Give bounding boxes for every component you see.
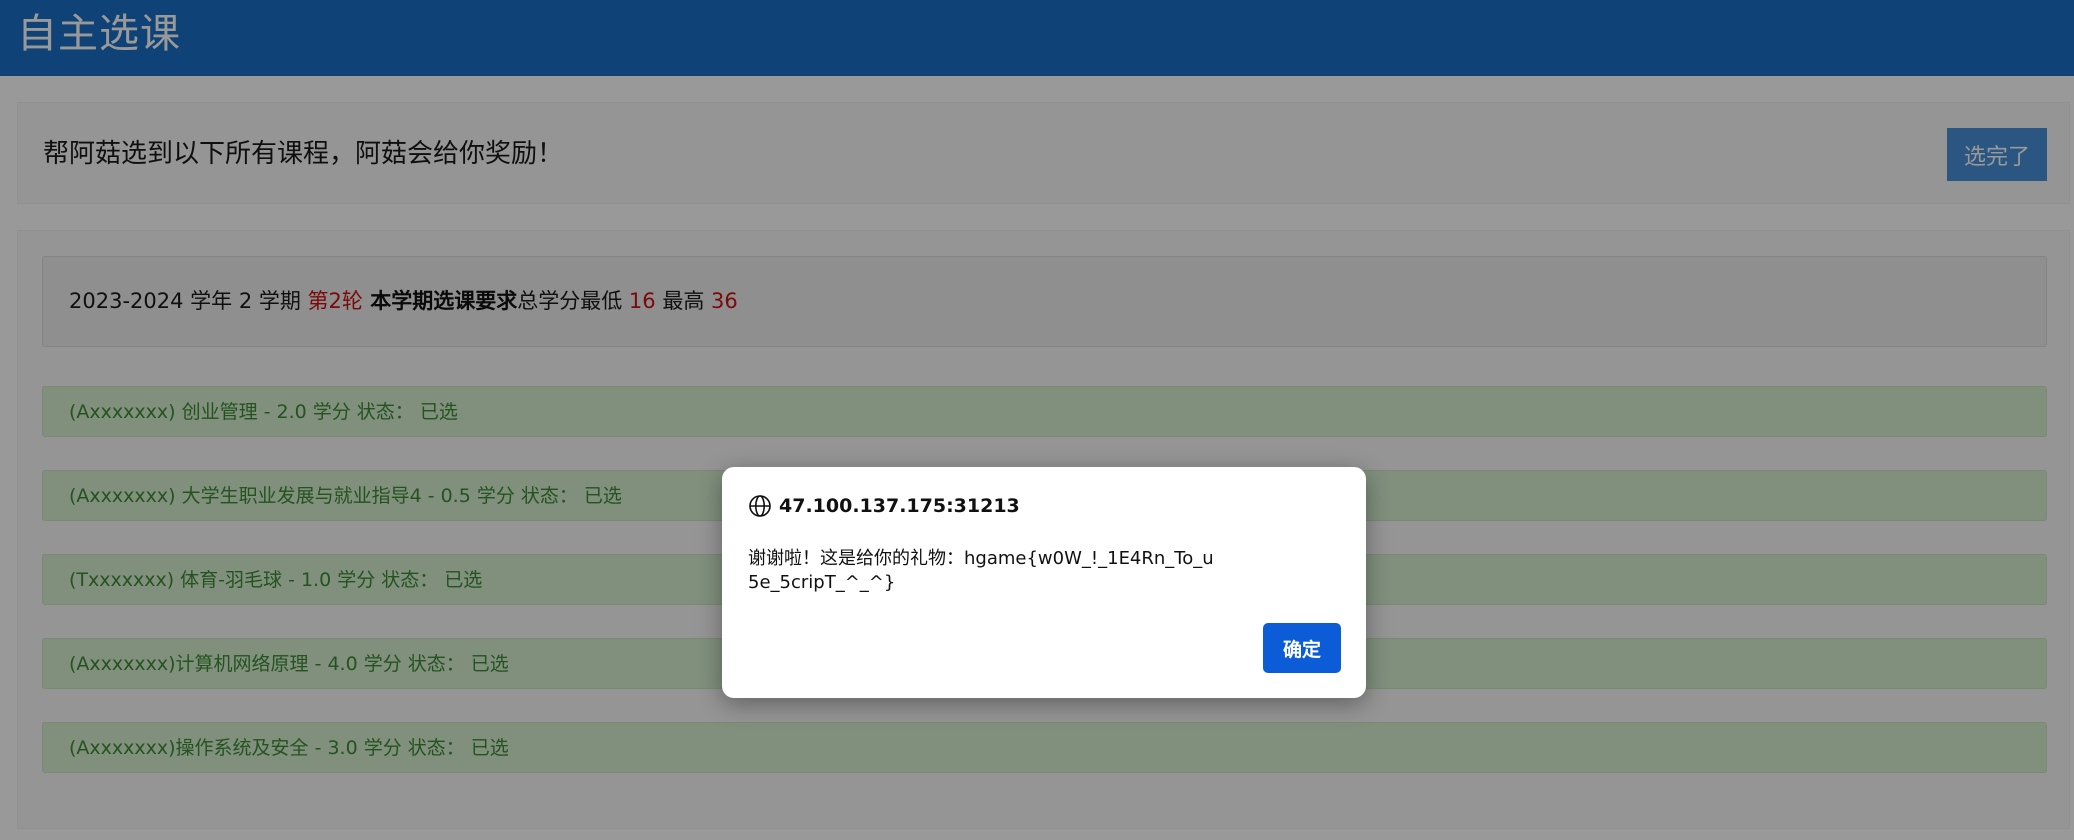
dialog-message: 谢谢啦！这是给你的礼物：hgame{w0W_!_1E4Rn_To_u5e_5cr… — [748, 548, 1214, 593]
modal-overlay — [0, 0, 2074, 840]
globe-icon — [749, 495, 771, 517]
page: 自主选课 帮阿菇选到以下所有课程，阿菇会给你奖励！ 选完了 2023-2024 … — [0, 0, 2074, 840]
ok-button[interactable]: 确定 — [1263, 623, 1341, 673]
dialog-origin: 47.100.137.175:31213 — [779, 495, 1020, 517]
alert-dialog: 47.100.137.175:31213 谢谢啦！这是给你的礼物：hgame{w… — [722, 467, 1366, 698]
